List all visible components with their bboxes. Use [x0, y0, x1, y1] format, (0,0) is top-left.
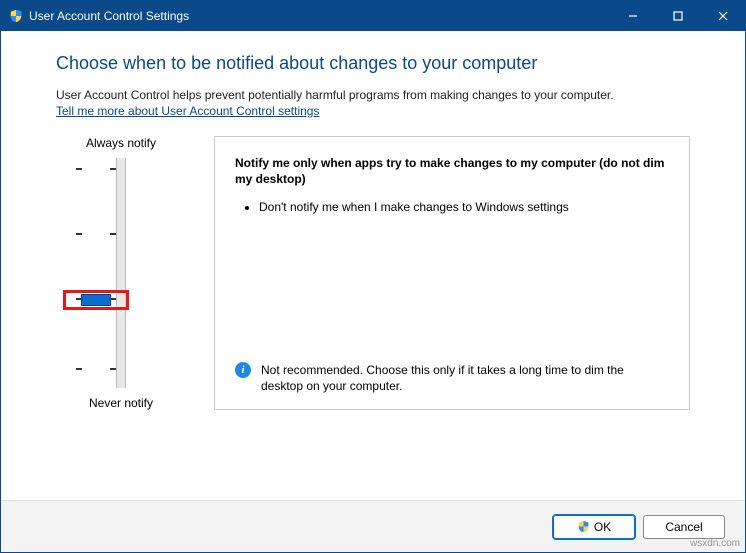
cancel-button[interactable]: Cancel: [643, 515, 725, 539]
titlebar: User Account Control Settings: [1, 1, 745, 31]
uac-settings-window: User Account Control Settings Choose whe…: [0, 0, 746, 553]
close-button[interactable]: [700, 1, 745, 31]
watermark: wsxdn.com: [690, 538, 740, 549]
level-bullet: Don't notify me when I make changes to W…: [259, 199, 669, 216]
slider-track[interactable]: [91, 158, 151, 388]
shield-icon: [577, 520, 590, 533]
recommendation-text: Not recommended. Choose this only if it …: [261, 362, 669, 394]
ok-label: OK: [594, 520, 611, 534]
page-description: User Account Control helps prevent poten…: [56, 88, 690, 104]
ok-button[interactable]: OK: [553, 515, 635, 539]
minimize-button[interactable]: [610, 1, 655, 31]
info-icon: i: [235, 362, 251, 378]
notification-slider: Always notify Never notify: [56, 136, 186, 410]
shield-icon: [9, 9, 23, 23]
recommendation-row: i Not recommended. Choose this only if i…: [235, 352, 669, 394]
window-controls: [610, 1, 745, 31]
body-row: Always notify Never notify Notify me onl…: [56, 136, 690, 410]
page-heading: Choose when to be notified about changes…: [56, 53, 690, 74]
slider-tick: [76, 168, 116, 170]
dialog-footer: OK Cancel: [1, 500, 745, 552]
window-title: User Account Control Settings: [29, 9, 610, 23]
slider-thumb[interactable]: [81, 294, 111, 306]
content-area: Choose when to be notified about changes…: [1, 31, 745, 500]
maximize-button[interactable]: [655, 1, 700, 31]
level-title: Notify me only when apps try to make cha…: [235, 155, 669, 187]
slider-tick: [76, 368, 116, 370]
slider-top-label: Always notify: [86, 136, 156, 150]
level-description-panel: Notify me only when apps try to make cha…: [214, 136, 690, 410]
level-bullets: Don't notify me when I make changes to W…: [245, 199, 669, 216]
cancel-label: Cancel: [665, 520, 702, 534]
slider-tick: [76, 233, 116, 235]
learn-more-link[interactable]: Tell me more about User Account Control …: [56, 104, 690, 118]
slider-bottom-label: Never notify: [89, 396, 153, 410]
